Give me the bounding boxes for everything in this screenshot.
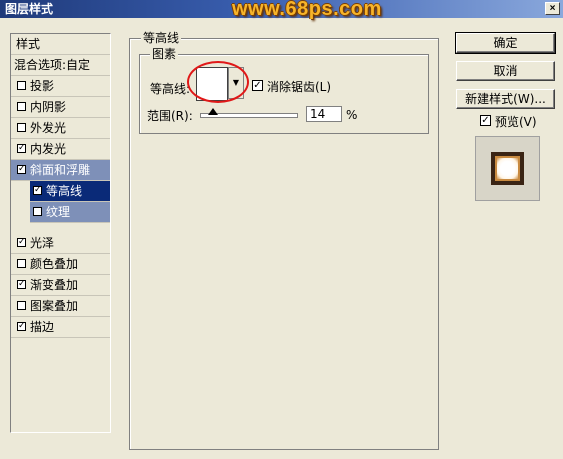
styles-list: 样式 混合选项:自定 投影 内阴影 外发光 ✓ 内发光 ✓ 斜面和浮雕 ✓ 等高… xyxy=(10,33,111,433)
anti-alias-checkbox[interactable]: ✓ xyxy=(252,80,263,91)
styles-header-label: 样式 xyxy=(16,37,41,51)
style-item-label: 光泽 xyxy=(30,236,55,250)
elements-group-title: 图素 xyxy=(150,47,179,61)
range-input[interactable]: 14 xyxy=(306,106,342,122)
cancel-button[interactable]: 取消 xyxy=(456,61,555,81)
style-item-label: 投影 xyxy=(30,79,55,93)
texture-checkbox[interactable] xyxy=(33,207,42,216)
style-item-texture[interactable]: 纹理 xyxy=(30,202,110,223)
style-item-outer-glow[interactable]: 外发光 xyxy=(11,118,110,139)
style-item-label: 等高线 xyxy=(46,184,83,198)
contour-checkbox[interactable]: ✓ xyxy=(33,186,42,195)
style-item-pattern-overlay[interactable]: 图案叠加 xyxy=(11,296,110,317)
style-item-satin[interactable]: ✓ 光泽 xyxy=(11,233,110,254)
gradient-overlay-checkbox[interactable]: ✓ xyxy=(17,280,26,289)
pattern-overlay-checkbox[interactable] xyxy=(17,301,26,310)
style-item-label: 斜面和浮雕 xyxy=(30,163,91,177)
style-item-label: 纹理 xyxy=(46,205,71,219)
style-item-label: 颜色叠加 xyxy=(30,257,79,271)
range-label: 范围(R): xyxy=(147,109,193,123)
style-item-bevel-emboss[interactable]: ✓ 斜面和浮雕 xyxy=(11,160,110,181)
layer-style-dialog: 图层样式 × www.68ps.com 样式 混合选项:自定 投影 内阴影 外发… xyxy=(0,0,563,459)
color-overlay-checkbox[interactable] xyxy=(17,259,26,268)
style-item-label: 外发光 xyxy=(30,121,67,135)
blend-options-label: 混合选项:自定 xyxy=(14,58,91,72)
ok-button[interactable]: 确定 xyxy=(455,32,556,54)
style-item-drop-shadow[interactable]: 投影 xyxy=(11,76,110,97)
range-unit: % xyxy=(346,108,358,122)
style-item-label: 图案叠加 xyxy=(30,299,79,313)
drop-shadow-checkbox[interactable] xyxy=(17,81,26,90)
stroke-checkbox[interactable]: ✓ xyxy=(17,322,26,331)
watermark-logo: www.68ps.com xyxy=(232,0,382,20)
style-item-label: 内阴影 xyxy=(30,100,67,114)
anti-alias-label: 消除锯齿(L) xyxy=(267,80,332,94)
style-preview xyxy=(475,136,540,201)
contour-label: 等高线: xyxy=(150,82,191,96)
highlight-circle xyxy=(187,61,249,103)
style-item-contour[interactable]: ✓ 等高线 xyxy=(30,181,110,202)
preview-checkbox[interactable]: ✓ xyxy=(480,115,491,126)
dialog-title: 图层样式 xyxy=(5,2,54,16)
inner-glow-checkbox[interactable]: ✓ xyxy=(17,144,26,153)
style-item-color-overlay[interactable]: 颜色叠加 xyxy=(11,254,110,275)
close-button[interactable]: × xyxy=(545,2,560,15)
preview-swatch xyxy=(491,152,524,185)
style-item-label: 内发光 xyxy=(30,142,67,156)
range-slider-handle[interactable] xyxy=(208,108,218,115)
new-style-button[interactable]: 新建样式(W)... xyxy=(456,89,555,109)
outer-glow-checkbox[interactable] xyxy=(17,123,26,132)
style-item-stroke[interactable]: ✓ 描边 xyxy=(11,317,110,338)
styles-header[interactable]: 样式 xyxy=(11,34,110,55)
style-item-label: 渐变叠加 xyxy=(30,278,79,292)
style-item-inner-glow[interactable]: ✓ 内发光 xyxy=(11,139,110,160)
preview-label: 预览(V) xyxy=(495,115,537,129)
inner-shadow-checkbox[interactable] xyxy=(17,102,26,111)
style-item-label: 描边 xyxy=(30,320,55,334)
bevel-emboss-checkbox[interactable]: ✓ xyxy=(17,165,26,174)
satin-checkbox[interactable]: ✓ xyxy=(17,238,26,247)
blend-options-item[interactable]: 混合选项:自定 xyxy=(11,55,110,76)
style-item-gradient-overlay[interactable]: ✓ 渐变叠加 xyxy=(11,275,110,296)
style-item-inner-shadow[interactable]: 内阴影 xyxy=(11,97,110,118)
contour-section-title: 等高线 xyxy=(141,31,182,45)
